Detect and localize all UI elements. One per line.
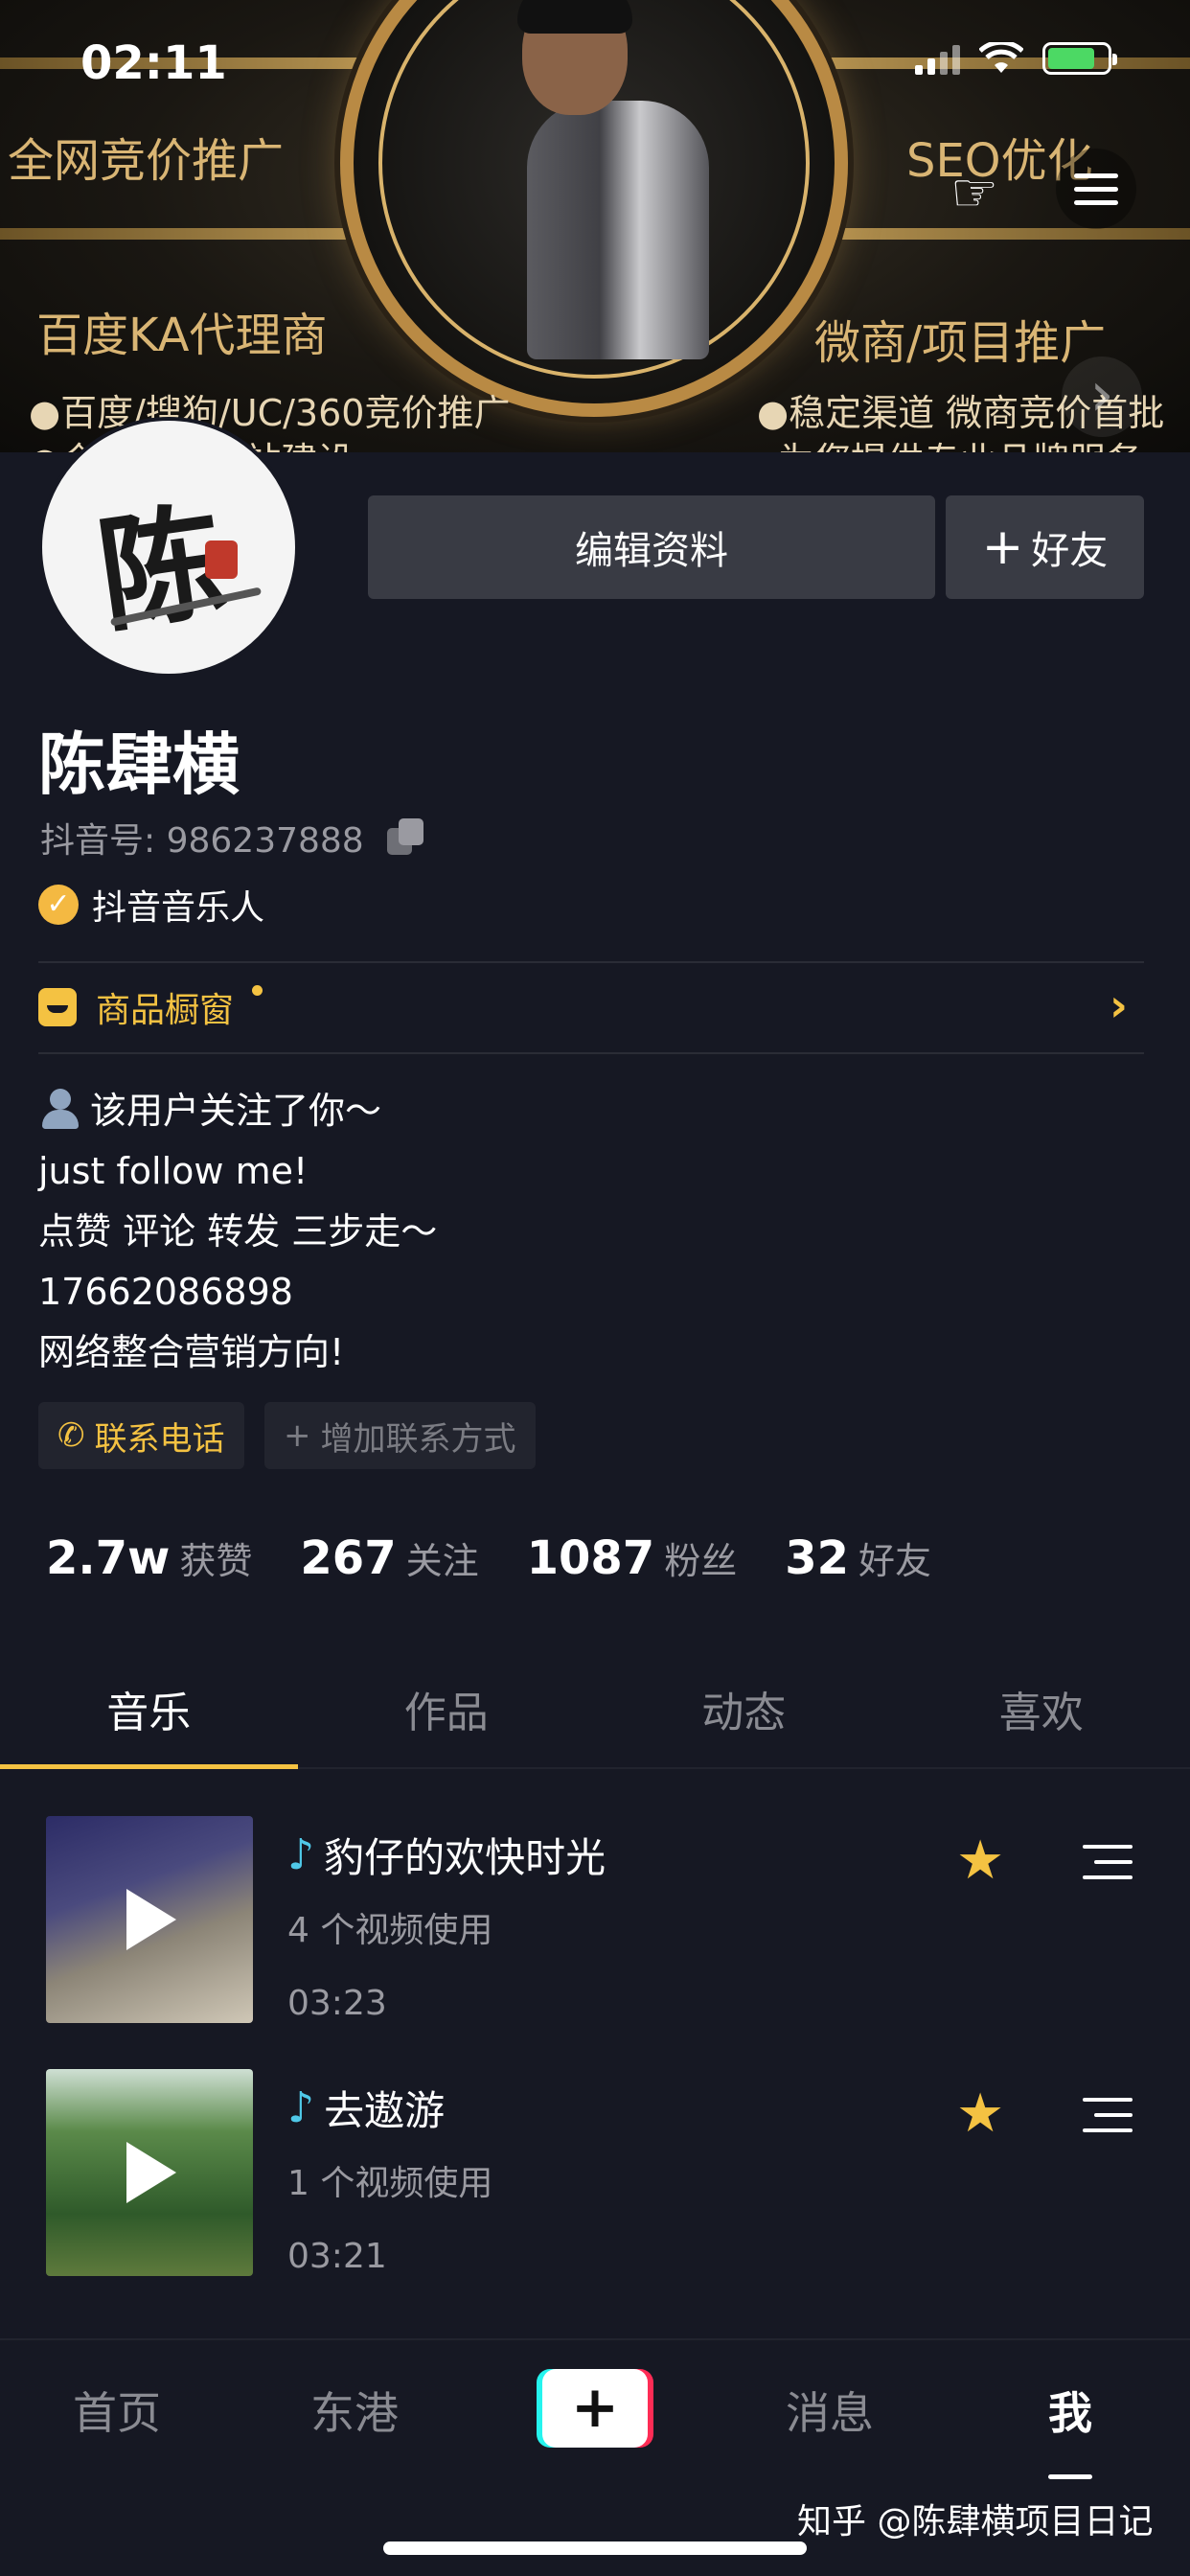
content-tabs: 音乐 作品 动态 喜欢 (0, 1668, 1190, 1769)
shop-window-row[interactable]: 商品橱窗 (38, 982, 234, 1032)
bio-line: 网络整合营销方向! (38, 1331, 345, 1373)
user-icon (38, 1087, 82, 1131)
song-title: 去遨游 (324, 2087, 446, 2134)
shop-notification-dot (252, 985, 263, 996)
tab-works[interactable]: 作品 (298, 1668, 596, 1767)
list-item[interactable]: ♪ 豹仔的欢快时光 4 个视频使用 03:23 ★ (0, 1816, 1190, 2027)
create-button[interactable]: + (537, 2369, 653, 2448)
wifi-icon (979, 42, 1023, 73)
music-note-icon: ♪ (287, 2083, 315, 2132)
stat-label: 粉丝 (664, 1540, 738, 1582)
song-thumbnail[interactable] (46, 1816, 253, 2023)
banner-text-left-small: ●百度/搜狗/UC/360竞价推广 (29, 392, 511, 434)
tab-likes[interactable]: 喜欢 (893, 1668, 1190, 1767)
stats-row: 2.7w 获赞 267 关注 1087 粉丝 32 好友 (46, 1531, 931, 1585)
nav-home[interactable]: 首页 (73, 2379, 161, 2442)
banner-text-right-mid: 微商/项目推广 (814, 316, 1107, 370)
stat-label: 好友 (858, 1540, 932, 1582)
stat-label: 获赞 (179, 1540, 253, 1582)
song-title-row: ♪ 去遨游 (287, 2079, 445, 2137)
divider (38, 1052, 1144, 1054)
bio-line: 该用户关注了你～ (38, 1081, 437, 1141)
signal-icon (915, 42, 960, 75)
stat-value: 1087 (526, 1531, 655, 1585)
douyin-id-row: 抖音号: 986237888 (40, 813, 425, 862)
star-icon[interactable]: ★ (956, 1829, 1004, 1892)
edit-profile-button[interactable]: 编辑资料 (368, 495, 935, 599)
bio-line: just follow me! (38, 1150, 309, 1192)
plus-icon: + (542, 2369, 648, 2448)
add-friend-label: 好友 (1031, 529, 1109, 573)
stat-friends[interactable]: 32 好友 (785, 1531, 931, 1585)
banner-person-body (527, 101, 709, 359)
nav-me[interactable]: 我 (1048, 2379, 1092, 2442)
avatar-seal-icon (205, 540, 238, 579)
bio-line: 点赞 评论 转发 三步走～ (38, 1210, 438, 1253)
hand-pointer-icon[interactable]: ☞ (934, 153, 1015, 234)
add-contact-button[interactable]: + 增加联系方式 (264, 1402, 536, 1469)
stat-likes[interactable]: 2.7w 获赞 (46, 1531, 252, 1585)
avatar[interactable]: 陈 (38, 417, 299, 678)
list-item[interactable]: ♪ 去遨游 1 个视频使用 03:21 ★ (0, 2069, 1190, 2280)
verified-label: 抖音音乐人 (92, 888, 265, 928)
plus-icon: + (284, 1416, 311, 1455)
stat-value: 32 (785, 1531, 850, 1585)
stat-following[interactable]: 267 关注 (300, 1531, 478, 1585)
nav-active-indicator (1048, 2474, 1092, 2479)
verified-row: ✓ 抖音音乐人 (38, 880, 264, 930)
menu-icon[interactable] (1056, 149, 1136, 229)
copy-icon[interactable] (386, 818, 425, 857)
song-duration: 03:23 (287, 1984, 387, 2023)
edit-profile-label: 编辑资料 (575, 529, 728, 573)
home-indicator[interactable] (383, 2542, 807, 2555)
stat-followers[interactable]: 1087 粉丝 (527, 1531, 738, 1585)
nav-messages[interactable]: 消息 (786, 2379, 874, 2442)
watermark: 知乎 @陈肆横项目日记 (797, 2502, 1154, 2542)
song-duration: 03:21 (287, 2237, 387, 2276)
contact-phone-label: 联系电话 (94, 1419, 225, 1459)
plus-icon: + (981, 518, 1024, 576)
bio: 该用户关注了你～ just follow me! 点赞 评论 转发 三步走～ 1… (38, 1081, 437, 1383)
banner-text-left-mid: 百度KA代理商 (36, 309, 328, 362)
phone-icon: ✆ (57, 1416, 85, 1455)
chevron-right-icon[interactable]: › (1110, 979, 1128, 1031)
battery-icon (1042, 42, 1117, 75)
nav-local[interactable]: 东港 (310, 2379, 399, 2442)
stat-value: 267 (300, 1531, 397, 1585)
playlist-icon[interactable] (1083, 2098, 1133, 2132)
tab-music[interactable]: 音乐 (0, 1668, 298, 1769)
song-title: 豹仔的欢快时光 (324, 1834, 606, 1881)
music-note-icon: ♪ (287, 1830, 315, 1879)
song-title-row: ♪ 豹仔的欢快时光 (287, 1826, 606, 1884)
banner-person-hair (517, 0, 632, 34)
stat-value: 2.7w (46, 1531, 171, 1585)
status-time: 02:11 (80, 36, 227, 90)
douyin-id: 抖音号: 986237888 (40, 821, 364, 861)
song-thumbnail[interactable] (46, 2069, 253, 2276)
song-usage: 4 个视频使用 (287, 1911, 493, 1950)
chevron-right-icon[interactable]: › (1062, 356, 1142, 437)
status-icons (915, 42, 1117, 75)
shop-window-label: 商品橱窗 (96, 991, 235, 1030)
divider (38, 961, 1144, 963)
bottom-nav: 首页 东港 + 消息 我 知乎 @陈肆横项目日记 (0, 2338, 1190, 2576)
add-contact-label: 增加联系方式 (320, 1419, 516, 1459)
play-icon (126, 1889, 176, 1950)
shop-icon (38, 988, 77, 1026)
play-icon (126, 2142, 176, 2203)
tab-dynamics[interactable]: 动态 (595, 1668, 893, 1767)
star-icon[interactable]: ★ (956, 2082, 1004, 2145)
add-friend-button[interactable]: + 好友 (946, 495, 1144, 599)
stat-label: 关注 (405, 1540, 479, 1582)
verified-icon: ✓ (38, 885, 79, 925)
contact-phone-button[interactable]: ✆ 联系电话 (38, 1402, 244, 1469)
banner-text-left-top: 全网竞价推广 (8, 134, 285, 188)
profile-name: 陈肆横 (38, 725, 240, 804)
song-usage: 1 个视频使用 (287, 2164, 493, 2203)
bio-line: 17662086898 (38, 1271, 293, 1313)
playlist-icon[interactable] (1083, 1845, 1133, 1879)
